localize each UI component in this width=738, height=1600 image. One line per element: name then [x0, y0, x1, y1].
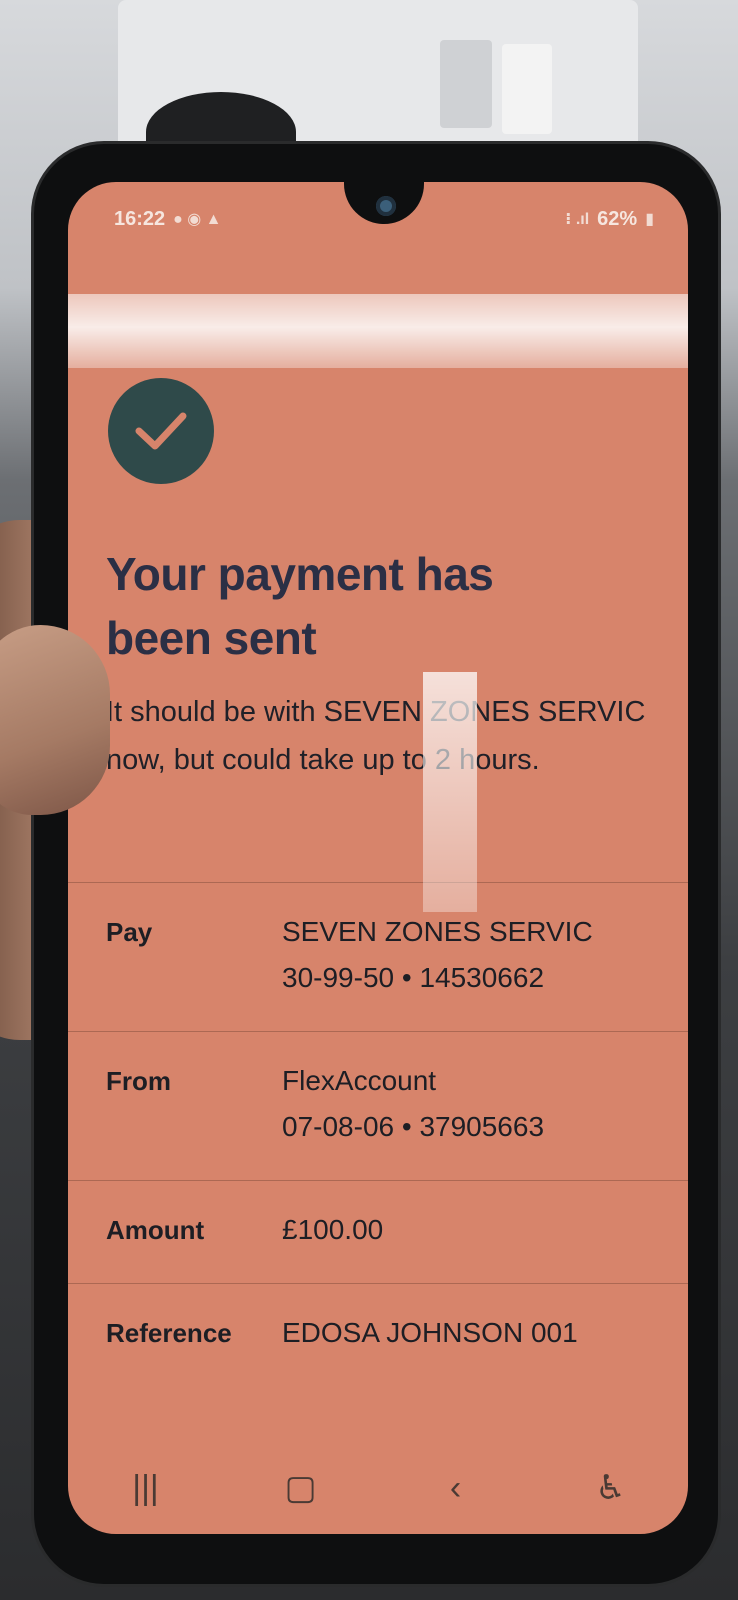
detail-label: Amount — [106, 1215, 205, 1245]
status-right: ⁝ .ıl 62% ▮ — [565, 208, 654, 231]
status-time: 16:22 — [114, 207, 166, 230]
detail-row-reference: Reference EDOSA JOHNSON 001 — [68, 1283, 688, 1386]
status-left: 16:22 ● ◉ ▲ — [114, 208, 222, 231]
confirmation-message: It should be with SEVEN ZONES SERVIC now… — [106, 696, 646, 776]
success-check-icon — [108, 378, 214, 484]
notification-icons: ● ◉ ▲ — [173, 211, 222, 228]
amount-value: £100.00 — [282, 1214, 384, 1245]
title-line-2: been sent — [106, 612, 317, 664]
detail-label: Pay — [106, 917, 153, 947]
detail-value: FlexAccount 07-08-06 • 37905663 — [282, 1058, 544, 1150]
source-account-name: FlexAccount — [282, 1065, 437, 1096]
signal-icon: ⁝ .ıl — [565, 211, 590, 228]
payee-account: 30-99-50 • 14530662 — [282, 962, 545, 993]
title-line-1: Your payment has — [106, 548, 494, 600]
detail-row-from: From FlexAccount 07-08-06 • 37905663 — [68, 1031, 688, 1180]
android-nav-bar: ||| ▢ ‹ ♿ — [68, 1442, 688, 1534]
back-icon[interactable]: ‹ — [416, 1469, 496, 1508]
detail-label: From — [106, 1066, 171, 1096]
battery-icon: ▮ — [645, 211, 654, 228]
detail-value: SEVEN ZONES SERVIC 30-99-50 • 14530662 — [282, 909, 593, 1001]
thumb — [0, 625, 110, 815]
source-account-number: 07-08-06 • 37905663 — [282, 1111, 545, 1142]
checkmark-icon — [135, 412, 187, 450]
phone-screen: 16:22 ● ◉ ▲ ⁝ .ıl 62% ▮ Your payment has — [68, 182, 688, 1534]
detail-label: Reference — [106, 1318, 232, 1348]
detail-row-amount: Amount £100.00 — [68, 1180, 688, 1283]
payee-name: SEVEN ZONES SERVIC — [282, 916, 593, 947]
screen-glare — [68, 294, 688, 368]
battery-percent: 62% — [597, 207, 638, 230]
front-camera-icon — [376, 196, 396, 216]
screen-glare — [423, 672, 477, 912]
photo-scene: 16:22 ● ◉ ▲ ⁝ .ıl 62% ▮ Your payment has — [0, 0, 738, 1600]
detail-row-pay: Pay SEVEN ZONES SERVIC 30-99-50 • 145306… — [68, 882, 688, 1031]
socket-switch — [440, 40, 492, 128]
page-title: Your payment has been sent — [106, 542, 646, 670]
home-icon[interactable]: ▢ — [261, 1468, 341, 1508]
accessibility-icon[interactable]: ♿ — [571, 1468, 651, 1508]
phone: 16:22 ● ◉ ▲ ⁝ .ıl 62% ▮ Your payment has — [34, 144, 718, 1584]
payment-details: Pay SEVEN ZONES SERVIC 30-99-50 • 145306… — [68, 882, 688, 1386]
recents-icon[interactable]: ||| — [106, 1469, 186, 1508]
socket-switch — [502, 44, 552, 134]
reference-value: EDOSA JOHNSON 001 — [282, 1317, 578, 1348]
